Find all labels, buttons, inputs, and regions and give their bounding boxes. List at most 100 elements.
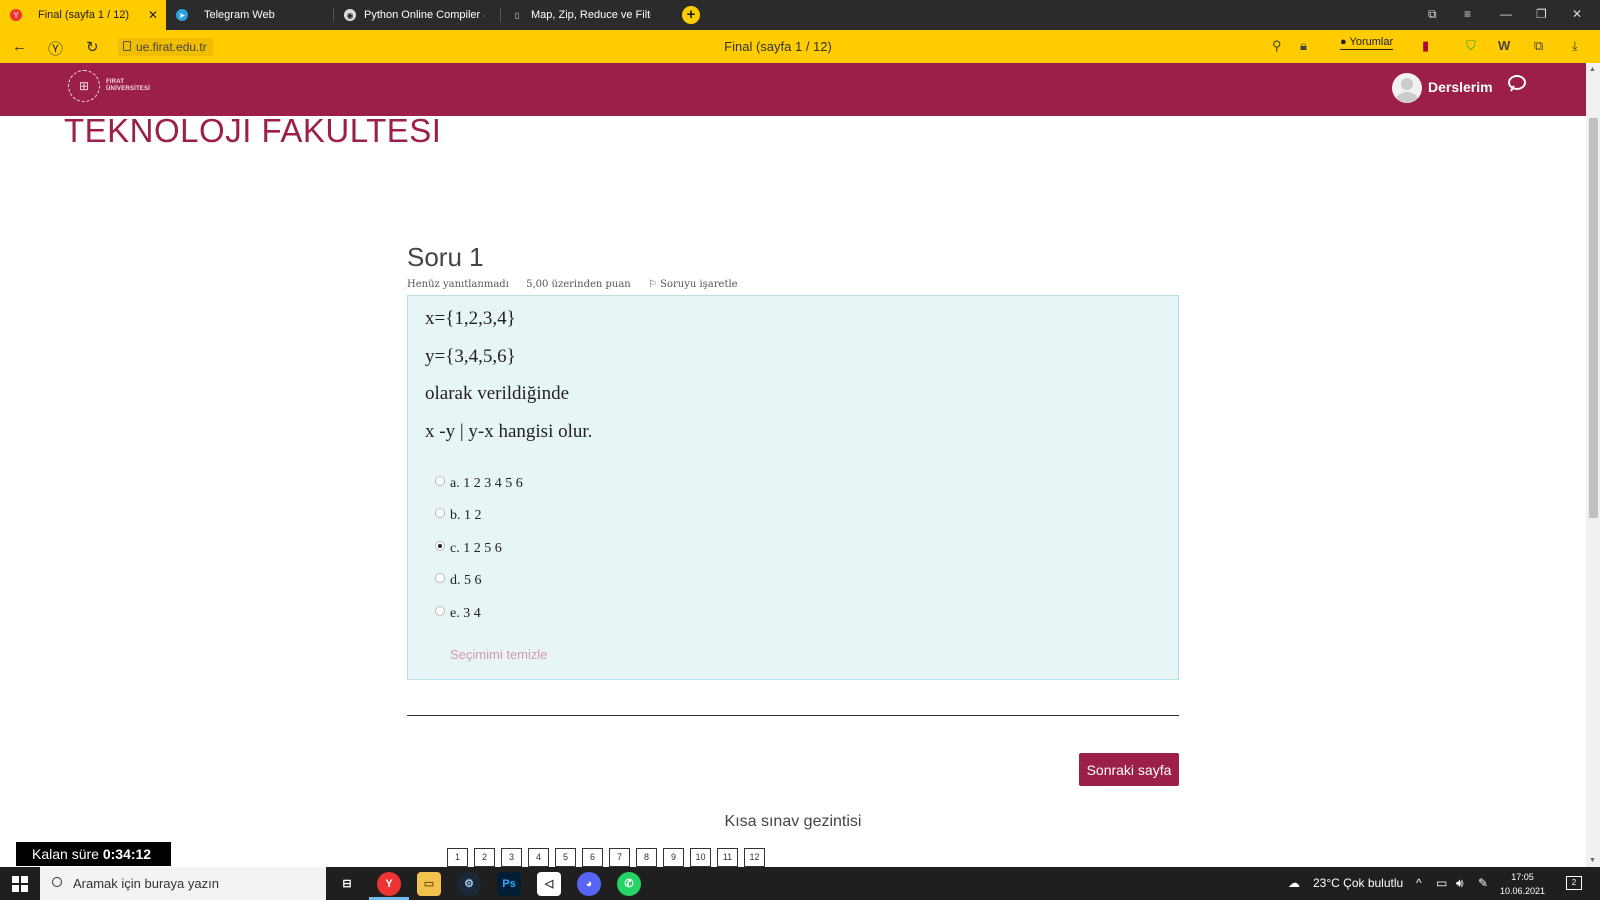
answer-option-b[interactable]: b. 1 2 [435, 508, 482, 524]
windows-taskbar: Aramak için buraya yazın ⊟ Y ▭ ⚙ Ps ◁ ◕ … [0, 867, 1600, 900]
weather-cloud-icon[interactable]: ☁ [1288, 876, 1300, 890]
question-info: Henüz yanıtlanmadı 5,00 üzerinden puan ⚐… [407, 279, 766, 290]
question-points: 5,00 üzerinden puan [526, 279, 631, 290]
option-label: c. 1 2 5 6 [450, 541, 502, 556]
quiz-nav-page-2[interactable]: 2 [474, 848, 495, 867]
option-label: a. 1 2 3 4 5 6 [450, 476, 523, 491]
quiz-nav-page-1[interactable]: 1 [447, 848, 468, 867]
windows-start-icon[interactable] [12, 876, 28, 892]
pen-icon[interactable]: ✎ [1478, 876, 1488, 890]
key-icon[interactable]: ⚲ [1272, 38, 1282, 54]
network-icon[interactable]: ▭ [1436, 876, 1447, 890]
quiz-nav-page-8[interactable]: 8 [636, 848, 657, 867]
quiz-nav-page-4[interactable]: 4 [528, 848, 549, 867]
taskbar-search-input[interactable]: Aramak için buraya yazın [40, 867, 326, 900]
divider [407, 715, 1179, 716]
notification-icon[interactable]: 2 [1566, 876, 1582, 890]
scroll-down-icon[interactable]: ▼ [1589, 857, 1596, 864]
weather-text[interactable]: 23°C Çok bulutlu [1313, 876, 1403, 890]
task-view-icon[interactable]: ⊟ [335, 872, 359, 896]
radio-button[interactable] [435, 508, 445, 518]
answer-option-d[interactable]: d. 5 6 [435, 573, 482, 589]
whatsapp-icon[interactable]: ✆ [617, 872, 641, 896]
new-tab-button[interactable]: + [682, 6, 700, 24]
flag-question-link[interactable]: ⚐ Soruyu işaretle [648, 279, 752, 290]
timer-label: Kalan süre [32, 846, 99, 862]
university-logo[interactable]: ⊞ FIRAT ÜNİVERSİTESİ [68, 70, 150, 102]
close-icon[interactable]: ✕ [148, 8, 158, 22]
clock-time: 17:05 [1511, 872, 1534, 882]
tab-final[interactable]: Y Final (sayfa 1 / 12) ✕ [0, 0, 166, 30]
tab-label: Python Online Compiler & [364, 9, 484, 21]
visual-studio-icon[interactable]: ◁ [537, 872, 561, 896]
tabs-list-icon[interactable]: ⧉ [1428, 7, 1437, 22]
tab-telegram[interactable]: ➤ Telegram Web [166, 0, 330, 30]
scrollbar-thumb[interactable] [1589, 118, 1598, 518]
question-status: Henüz yanıtlanmadı [407, 279, 509, 290]
radio-button-checked[interactable] [435, 541, 445, 551]
answer-option-a[interactable]: a. 1 2 3 4 5 6 [435, 476, 523, 492]
chevron-up-icon[interactable]: ^ [1416, 876, 1422, 890]
telegram-icon: ➤ [176, 9, 188, 21]
browser-tab-bar: Y Final (sayfa 1 / 12) ✕ ➤ Telegram Web … [0, 0, 1600, 30]
radio-button[interactable] [435, 606, 445, 616]
volume-icon[interactable]: 🔊︎ [1456, 876, 1464, 891]
comments-button[interactable]: ● Yorumlar [1340, 36, 1394, 50]
question-text-line: olarak verildiğinde [425, 383, 570, 404]
scroll-up-icon[interactable]: ▲ [1589, 66, 1596, 73]
protect-icon[interactable]: 🔒︎ [1300, 38, 1307, 54]
quiz-nav-page-12[interactable]: 12 [744, 848, 765, 867]
question-text-line: x -y | y-x hangisi olur. [425, 421, 593, 442]
answer-option-c[interactable]: c. 1 2 5 6 [435, 541, 502, 557]
menu-icon[interactable]: ≡ [1464, 7, 1471, 21]
question-box: x={1,2,3,4} y={3,4,5,6} olarak verildiği… [407, 295, 1179, 680]
quiz-nav-page-7[interactable]: 7 [609, 848, 630, 867]
quiz-nav-page-9[interactable]: 9 [663, 848, 684, 867]
steam-icon[interactable]: ⚙ [457, 872, 481, 896]
discord-icon[interactable]: ◕ [577, 872, 601, 896]
page-title: Final (sayfa 1 / 12) [724, 39, 832, 54]
quiz-nav-page-3[interactable]: 3 [501, 848, 522, 867]
radio-button[interactable] [435, 476, 445, 486]
message-icon[interactable] [1508, 75, 1526, 90]
logo-line1: FIRAT [106, 79, 125, 85]
compiler-icon: ◉ [344, 9, 356, 21]
faculty-heading: TEKNOLOJI FAKULTESI [64, 112, 442, 149]
shield-icon[interactable]: ⛉ [1466, 38, 1476, 54]
site-header: ⊞ FIRAT ÜNİVERSİTESİ Derslerim [0, 63, 1586, 116]
yandex-icon: Y [10, 9, 22, 21]
tab-map-zip[interactable]: ▯ Map, Zip, Reduce ve Filter F [501, 0, 665, 30]
quiz-nav-page-6[interactable]: 6 [582, 848, 603, 867]
tab-label: Final (sayfa 1 / 12) [38, 9, 130, 21]
logo-line2: ÜNİVERSİTESİ [106, 86, 151, 92]
derslerim-link[interactable]: Derslerim [1428, 79, 1493, 95]
answer-option-e[interactable]: e. 3 4 [435, 606, 481, 622]
search-icon [52, 877, 62, 887]
question-text-line: x={1,2,3,4} [425, 308, 516, 329]
taskbar-clock[interactable]: 17:05 10.06.2021 [1500, 870, 1545, 898]
comments-label: Yorumlar [1349, 36, 1394, 48]
option-label: d. 5 6 [450, 573, 482, 588]
quiz-navigation-buttons: 1 2 3 4 5 6 7 8 9 10 11 12 [447, 848, 771, 867]
radio-button[interactable] [435, 573, 445, 583]
minimize-icon[interactable]: — [1500, 7, 1512, 21]
bookmark-icon[interactable]: ▮ [1422, 38, 1429, 54]
avatar[interactable] [1392, 73, 1422, 103]
file-explorer-icon[interactable]: ▭ [417, 872, 441, 896]
address-bar: ← Ⓨ ↻ ue.firat.edu.tr Final (sayfa 1 / 1… [0, 30, 1600, 63]
quiz-nav-page-10[interactable]: 10 [690, 848, 711, 867]
window-close-icon[interactable]: ✕ [1572, 7, 1582, 21]
quiz-nav-page-11[interactable]: 11 [717, 848, 738, 867]
next-page-button[interactable]: Sonraki sayfa [1079, 753, 1179, 786]
collections-icon[interactable]: ⧉ [1534, 38, 1543, 54]
photoshop-icon[interactable]: Ps [497, 872, 521, 896]
clear-selection-link[interactable]: Seçimimi temizle [450, 647, 548, 662]
seal-icon: ⊞ [68, 70, 100, 102]
restore-icon[interactable]: ❐ [1536, 7, 1547, 21]
yandex-browser-icon[interactable]: Y [377, 872, 401, 896]
w-extension-icon[interactable]: W [1498, 38, 1510, 53]
quiz-nav-page-5[interactable]: 5 [555, 848, 576, 867]
document-icon: ▯ [514, 10, 520, 20]
tab-python-compiler[interactable]: ◉ Python Online Compiler & [334, 0, 498, 30]
download-icon[interactable]: ⤓ [1572, 38, 1578, 54]
